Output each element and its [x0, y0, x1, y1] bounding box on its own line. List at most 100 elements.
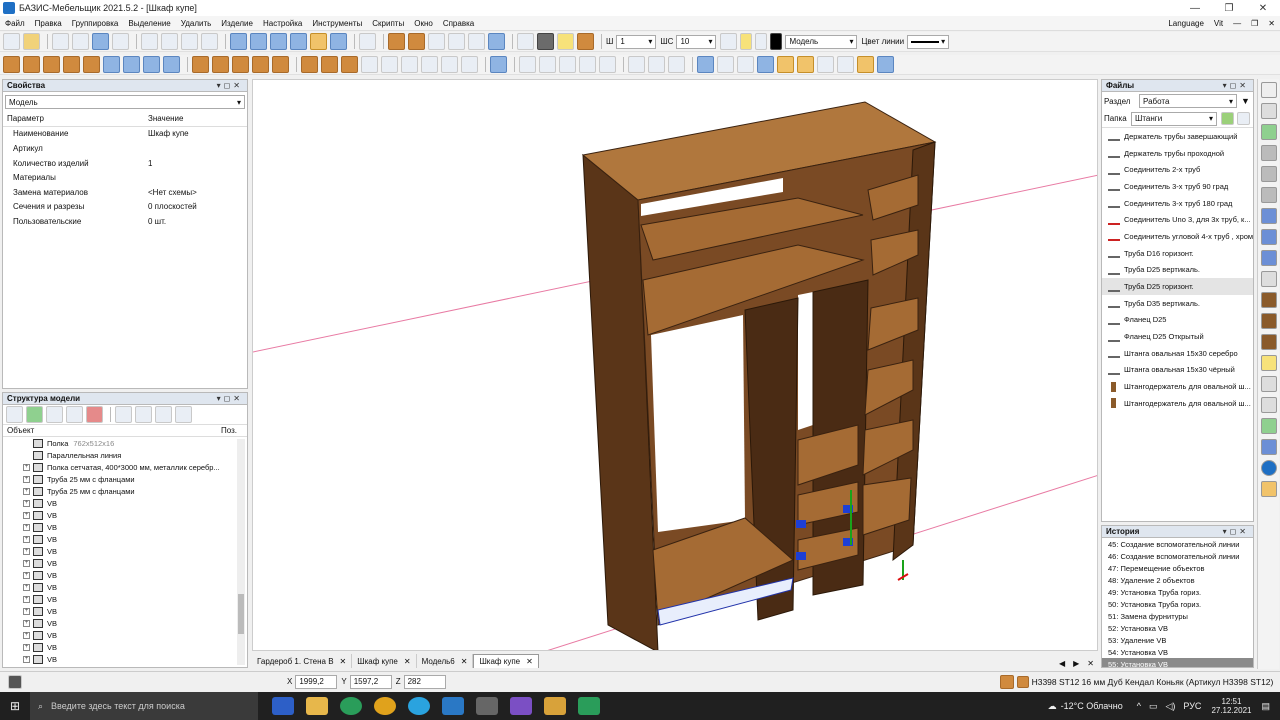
render-solid-icon[interactable] [388, 33, 405, 50]
line-icon[interactable] [519, 56, 536, 73]
expand-icon[interactable]: + [23, 547, 30, 555]
polygon-icon[interactable] [579, 56, 596, 73]
taskbar-app-icon[interactable] [510, 697, 532, 715]
undo-icon[interactable] [92, 33, 109, 50]
table-row[interactable]: + VB [3, 497, 247, 509]
minimize-icon[interactable]: — [1178, 3, 1212, 14]
section-combo[interactable]: Работа ▾ [1139, 94, 1237, 108]
history-item[interactable]: 46: Создание вспомогательной линии [1102, 550, 1253, 562]
restore-icon[interactable]: ❐ [1212, 3, 1246, 14]
table-row[interactable]: + VB [3, 593, 247, 605]
y-input[interactable]: 1597,2 [349, 674, 392, 689]
folder-combo[interactable]: Штанги ▾ [1131, 111, 1217, 126]
taskbar-app-icon[interactable] [272, 697, 294, 715]
blue-panel-icon[interactable] [1260, 439, 1277, 455]
list-item[interactable]: Держатель трубы проходной [1102, 145, 1253, 162]
expand-icon[interactable]: + [23, 475, 30, 483]
spring-icon[interactable] [1260, 166, 1277, 182]
panel-horizontal-icon[interactable] [3, 56, 20, 73]
history-item[interactable]: 53: Удаление VB [1102, 634, 1253, 646]
taskbar-app-icon[interactable] [544, 697, 566, 715]
panel-controls-icon[interactable]: ▾◻✕ [217, 394, 243, 403]
table-row[interactable]: + VB [3, 653, 247, 665]
taskbar-bazis-icon[interactable] [442, 697, 464, 715]
table-row[interactable]: + Полка сетчатая, 400*3000 мм, металлик с… [3, 461, 247, 473]
taskbar-telegram-icon[interactable] [408, 697, 430, 715]
view-front-icon[interactable] [230, 33, 247, 50]
history-item[interactable]: 54: Установка VB [1102, 646, 1253, 658]
circle-icon[interactable] [559, 56, 576, 73]
clock[interactable]: 12:51 27.12.2021 [1211, 697, 1251, 715]
expand-icon[interactable]: + [23, 535, 30, 543]
tray-chevron-icon[interactable]: ^ [1137, 701, 1141, 711]
grid-icon[interactable] [717, 56, 734, 73]
history-item[interactable]: 51: Замена фурнитуры [1102, 610, 1253, 622]
cube-view-icon[interactable] [877, 56, 894, 73]
list-item[interactable]: Труба D16 горизонт. [1102, 245, 1253, 262]
expand-icon[interactable]: + [23, 463, 30, 471]
zoom-icon[interactable] [181, 33, 198, 50]
align-icon[interactable] [381, 56, 398, 73]
material-icon[interactable] [999, 674, 1014, 689]
list-item[interactable]: Штангодержатель для овальной ш... [1102, 378, 1253, 395]
cabinet-icon[interactable] [1260, 334, 1277, 350]
list-item[interactable]: Соединитель 3-х труб 90 град [1102, 178, 1253, 195]
search-icon[interactable] [1237, 112, 1250, 125]
viewport-3d[interactable] [252, 79, 1098, 651]
property-row[interactable]: Пользовательские 0 шт. [13, 214, 247, 229]
list-item[interactable]: Штангодержатель для овальной ш... [1102, 395, 1253, 412]
snap-icon[interactable] [697, 56, 714, 73]
facade-icon[interactable] [103, 56, 120, 73]
weather-text[interactable]: -12°C Облачно [1061, 701, 1123, 711]
menu-group[interactable]: Группировка [67, 19, 124, 28]
taskbar-app-icon[interactable] [476, 697, 498, 715]
windows-start-icon[interactable]: ⊞ [0, 692, 30, 720]
lock-icon[interactable] [755, 33, 768, 50]
body-icon[interactable] [212, 56, 229, 73]
history-item[interactable]: 48: Удаление 2 объектов [1102, 574, 1253, 586]
shc-combo[interactable]: 10 ▾ [676, 34, 717, 49]
panel-frontal-icon[interactable] [43, 56, 60, 73]
table-row[interactable]: + VB [3, 533, 247, 545]
expand-icon[interactable]: + [23, 631, 30, 639]
find-icon[interactable] [115, 406, 132, 423]
spring-icon[interactable] [1260, 187, 1277, 203]
view-left-icon[interactable] [270, 33, 287, 50]
network-icon[interactable]: ▭ [1149, 701, 1158, 712]
bulb-icon[interactable] [740, 33, 753, 50]
line-color-combo[interactable]: ▾ [907, 34, 950, 49]
new-file-icon[interactable] [3, 33, 20, 50]
view-right-icon[interactable] [290, 33, 307, 50]
user-menu[interactable]: Vit [1209, 19, 1228, 28]
property-row[interactable]: Артикул [13, 141, 247, 156]
groove-icon[interactable] [341, 56, 358, 73]
panel-box-icon[interactable] [63, 56, 80, 73]
expand-icon[interactable]: + [23, 583, 30, 591]
keyboard-language[interactable]: РУС [1183, 701, 1201, 711]
model-combo[interactable]: Модель ▾ [785, 34, 858, 49]
rotate-view-icon[interactable] [359, 33, 376, 50]
table-row[interactable]: + VB [3, 641, 247, 653]
expand-icon[interactable]: + [23, 643, 30, 651]
zoom-fit-icon[interactable] [161, 33, 178, 50]
menu-tools[interactable]: Инструменты [307, 19, 367, 28]
scale-icon[interactable] [461, 56, 478, 73]
list-item[interactable]: Соединитель угловой 4-х труб , хром [1102, 228, 1253, 245]
structure-scrollbar[interactable] [237, 439, 245, 665]
tab-close-icon[interactable]: ✕ [461, 657, 468, 666]
table-row[interactable]: + VB [3, 605, 247, 617]
menu-file[interactable]: Файл [0, 19, 30, 28]
tab-close-icon[interactable]: ✕ [404, 657, 411, 666]
save-icon[interactable] [52, 33, 69, 50]
color-swatch-icon[interactable] [770, 33, 783, 50]
copy-icon[interactable] [441, 56, 458, 73]
zoom-window-icon[interactable] [141, 33, 158, 50]
taskbar-app-icon[interactable] [578, 697, 600, 715]
table-row[interactable]: + Труба 25 мм с фланцами [3, 485, 247, 497]
camera-icon[interactable] [517, 33, 534, 50]
eye-icon[interactable] [135, 406, 152, 423]
menu-select[interactable]: Выделение [123, 19, 175, 28]
ortho-icon[interactable] [737, 56, 754, 73]
pencil-icon[interactable] [797, 56, 814, 73]
array-icon[interactable] [401, 56, 418, 73]
